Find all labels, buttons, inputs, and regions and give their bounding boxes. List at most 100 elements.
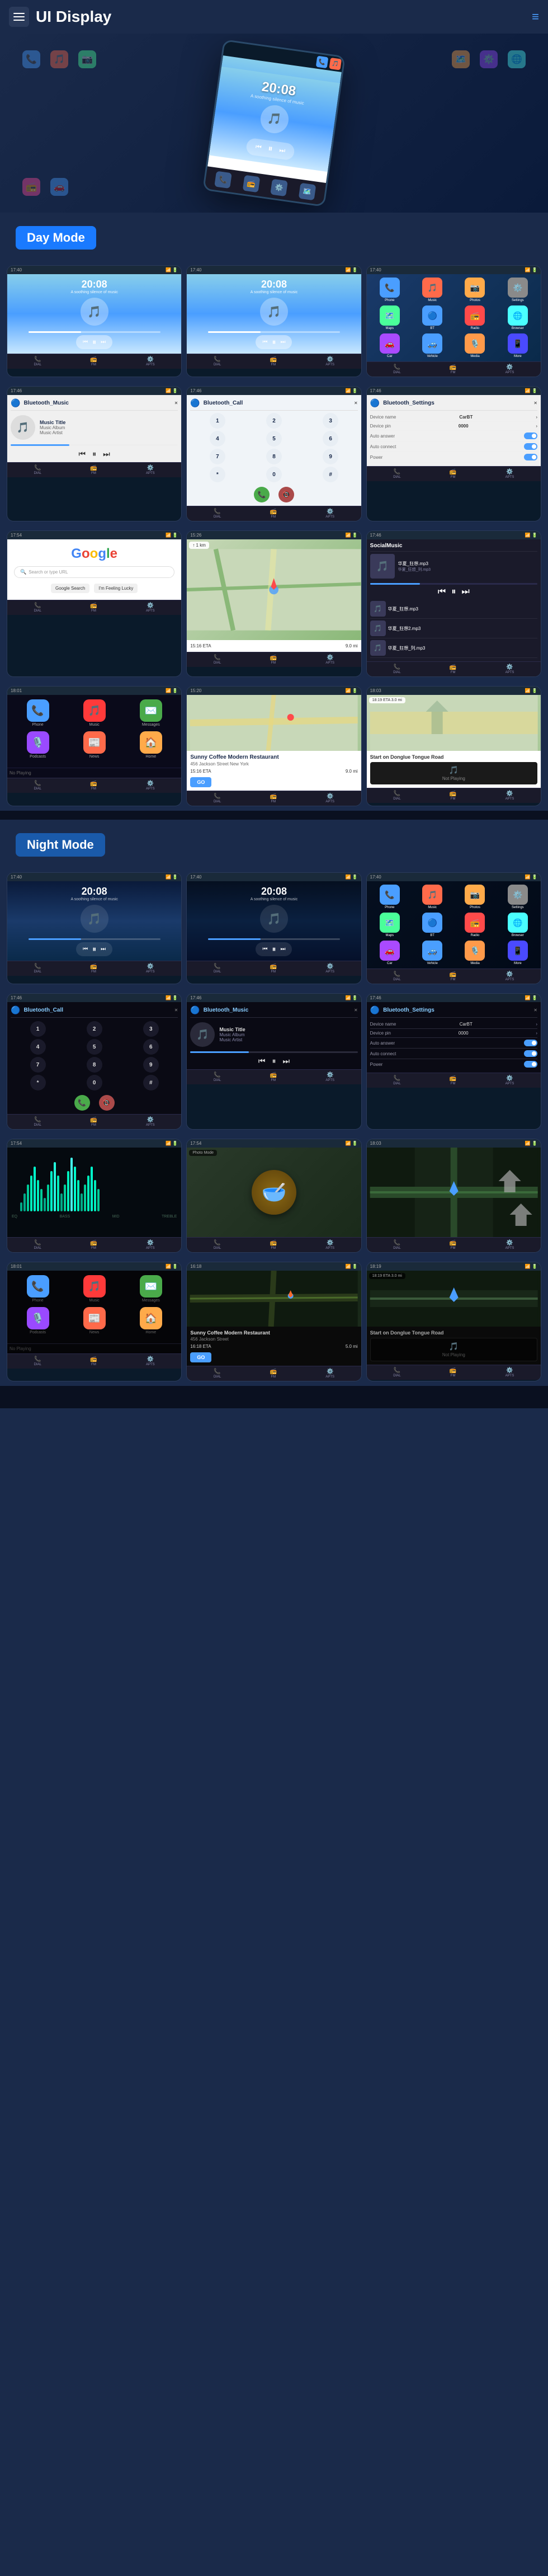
nav-fm[interactable]: 📻FM bbox=[90, 1117, 97, 1127]
power-toggle[interactable] bbox=[524, 454, 537, 460]
nav-fm[interactable]: 📻FM bbox=[90, 603, 97, 613]
nav-apts[interactable]: ⚙️APTS bbox=[146, 781, 155, 791]
app-vehicle[interactable]: 🚙Vehicle bbox=[413, 333, 452, 358]
app-maps[interactable]: 🗺️Maps bbox=[370, 305, 409, 330]
cp-music[interactable]: 🎵 Music bbox=[68, 1275, 120, 1303]
key-star[interactable]: * bbox=[30, 1075, 46, 1090]
options-icon[interactable]: ≡ bbox=[532, 10, 539, 24]
cp-phone[interactable]: 📞 Phone bbox=[12, 699, 64, 727]
nav-apts[interactable]: ⚙️APTS bbox=[146, 1117, 155, 1127]
nav-apts[interactable]: ⚙️APTS bbox=[506, 664, 514, 674]
nav-icon[interactable]: 🗺️ bbox=[298, 183, 316, 201]
play-button[interactable]: ⏸ bbox=[92, 337, 96, 347]
night-go-btn[interactable]: GO bbox=[190, 1352, 211, 1362]
cp-messages[interactable]: ✉️ Messages bbox=[125, 1275, 177, 1303]
menu-button[interactable] bbox=[9, 7, 29, 27]
nav-apts[interactable]: ⚙️APTS bbox=[506, 1240, 514, 1250]
app-phone[interactable]: 📞Phone bbox=[370, 278, 409, 302]
nav-fm[interactable]: 📻FM bbox=[90, 356, 97, 366]
next-btn[interactable]: ⏭ bbox=[101, 946, 106, 952]
end-button[interactable]: 📵 bbox=[99, 1095, 115, 1111]
nav-dial[interactable]: 📞DIAL bbox=[393, 1367, 400, 1378]
nav-apts[interactable]: ⚙️APTS bbox=[506, 791, 514, 801]
app-photos[interactable]: 📷Photos bbox=[455, 885, 494, 909]
nav-fm[interactable]: 📻FM bbox=[450, 664, 456, 674]
prev-btn[interactable]: ⏮ bbox=[255, 143, 262, 152]
nav-dial[interactable]: 📞DIAL bbox=[34, 963, 41, 974]
lucky-btn[interactable]: I'm Feeling Lucky bbox=[94, 584, 138, 593]
nav-dial[interactable]: 📞DIAL bbox=[214, 1072, 221, 1082]
nav-fm[interactable]: 📻FM bbox=[90, 1240, 97, 1250]
prev-button[interactable]: ⏮ bbox=[79, 449, 86, 459]
nav-apts[interactable]: ⚙️APTS bbox=[325, 356, 334, 366]
nav-fm[interactable]: 📻FM bbox=[270, 963, 277, 974]
key-7[interactable]: 7 bbox=[30, 1057, 46, 1073]
key-5[interactable]: 5 bbox=[87, 1039, 102, 1055]
nav-fm[interactable]: 📻FM bbox=[450, 1367, 456, 1378]
nav-apts[interactable]: ⚙️APTS bbox=[325, 655, 334, 665]
key-7[interactable]: 7 bbox=[210, 449, 225, 464]
nav-apts[interactable]: ⚙️APTS bbox=[325, 509, 334, 519]
key-hash[interactable]: # bbox=[323, 467, 338, 482]
progress-bar[interactable] bbox=[29, 331, 160, 333]
google-search-btn[interactable]: Google Search bbox=[51, 584, 89, 593]
nav-fm[interactable]: 📻FM bbox=[90, 963, 97, 974]
list-item[interactable]: 🎵 华夏_狂想.mp3 bbox=[370, 599, 537, 619]
prev-btn[interactable]: ⏮ bbox=[438, 587, 446, 597]
close-btn[interactable]: ✕ bbox=[174, 1008, 178, 1013]
nav-dial[interactable]: 📞DIAL bbox=[393, 1240, 400, 1250]
power-toggle[interactable] bbox=[524, 1061, 537, 1068]
nav-fm[interactable]: 📻FM bbox=[270, 1240, 277, 1250]
go-button[interactable]: GO bbox=[190, 777, 211, 787]
nav-dial[interactable]: 📞DIAL bbox=[34, 1240, 41, 1250]
key-0[interactable]: 0 bbox=[87, 1075, 102, 1090]
nav-fm[interactable]: 📻FM bbox=[270, 655, 277, 665]
end-button[interactable]: 📵 bbox=[278, 487, 294, 502]
key-4[interactable]: 4 bbox=[210, 431, 225, 446]
nav-fm[interactable]: 📻FM bbox=[450, 1075, 456, 1085]
cp-home[interactable]: 🏠 Home bbox=[125, 1307, 177, 1334]
app-browser[interactable]: 🌐Browser bbox=[498, 913, 537, 937]
nav-apts[interactable]: ⚙️APTS bbox=[325, 1240, 334, 1250]
prev-button[interactable]: ⏮ bbox=[262, 339, 267, 345]
app-music[interactable]: 🎵Music bbox=[413, 278, 452, 302]
nav-apts[interactable]: ⚙️APTS bbox=[146, 1240, 155, 1250]
nav-fm[interactable]: 📻FM bbox=[270, 509, 277, 519]
play-pause-button[interactable]: ⏸ bbox=[92, 449, 96, 459]
nav-dial[interactable]: 📞DIAL bbox=[393, 971, 400, 981]
nav-fm[interactable]: 📻FM bbox=[450, 971, 456, 981]
app-media[interactable]: 🎙️Media bbox=[455, 333, 494, 358]
nav-fm[interactable]: 📻FM bbox=[450, 1240, 456, 1250]
night-progress[interactable] bbox=[190, 1051, 357, 1053]
nav-dial[interactable]: 📞DIAL bbox=[393, 664, 400, 674]
key-8[interactable]: 8 bbox=[87, 1057, 102, 1073]
app-music[interactable]: 🎵Music bbox=[413, 885, 452, 909]
prev-button[interactable]: ⏮ bbox=[83, 339, 88, 345]
nav-fm[interactable]: 📻FM bbox=[270, 1369, 277, 1379]
play-btn[interactable]: ⏸ bbox=[272, 1056, 276, 1066]
nav-fm[interactable]: 📻FM bbox=[90, 781, 97, 791]
cp-podcasts[interactable]: 🎙️ Podcasts bbox=[12, 731, 64, 759]
cp-phone[interactable]: 📞 Phone bbox=[12, 1275, 64, 1303]
nav-dial[interactable]: 📞DIAL bbox=[393, 364, 400, 374]
cp-news[interactable]: 📰 News bbox=[68, 1307, 120, 1334]
app-bt[interactable]: 🔵BT bbox=[413, 913, 452, 937]
key-4[interactable]: 4 bbox=[30, 1039, 46, 1055]
nav-dial[interactable]: 📞DIAL bbox=[34, 1117, 41, 1127]
play-button[interactable]: ⏸ bbox=[272, 337, 276, 347]
close-btn[interactable]: ✕ bbox=[533, 401, 537, 406]
prev-btn[interactable]: ⏮ bbox=[258, 1056, 266, 1066]
nav-fm[interactable]: 📻FM bbox=[270, 356, 277, 366]
key-1[interactable]: 1 bbox=[30, 1021, 46, 1037]
play-btn[interactable]: ⏸ bbox=[92, 944, 96, 954]
nav-dial[interactable]: 📞DIAL bbox=[214, 655, 221, 665]
nav-dial[interactable]: 📞DIAL bbox=[214, 1240, 221, 1250]
nav-apts[interactable]: ⚙️APTS bbox=[146, 356, 155, 366]
answer-button[interactable]: 📞 bbox=[254, 487, 270, 502]
next-button[interactable]: ⏭ bbox=[103, 449, 110, 459]
nav-dial[interactable]: 📞DIAL bbox=[34, 1356, 41, 1366]
app-radio[interactable]: 📻Radio bbox=[455, 305, 494, 330]
app-phone[interactable]: 📞Phone bbox=[370, 885, 409, 909]
nav-dial[interactable]: 📞DIAL bbox=[214, 963, 221, 974]
next-btn[interactable]: ⏭ bbox=[282, 1056, 290, 1066]
